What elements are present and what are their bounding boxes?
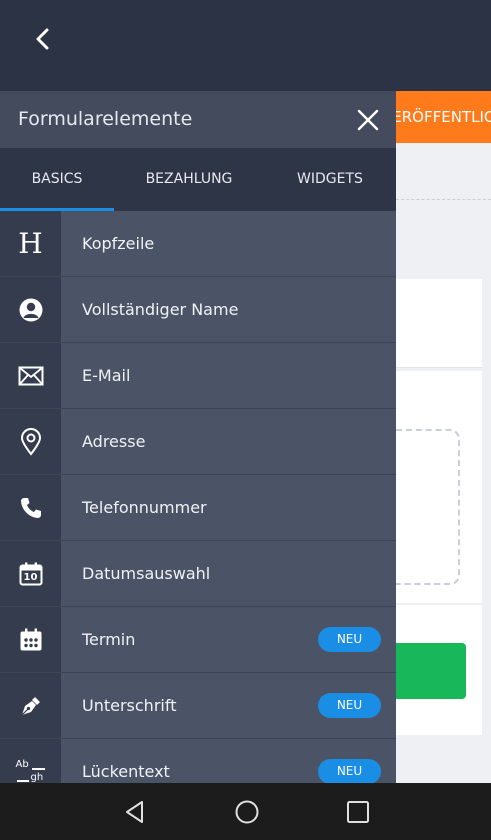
submit-button[interactable] xyxy=(396,643,466,699)
fill-in-blank-icon-bottom: gh xyxy=(30,771,44,783)
icon-cell xyxy=(0,409,61,474)
list-item-label: Datumsauswahl xyxy=(82,564,211,583)
square-recents-icon[interactable] xyxy=(345,799,371,825)
list-item-vollstaendiger-name[interactable]: Vollständiger Name xyxy=(0,277,396,343)
icon-cell: Ab gh xyxy=(0,739,61,783)
publish-button[interactable]: VERÖFFENTLICHEN xyxy=(396,91,491,143)
category-tabs: BASICS BEZAHLUNG WIDGETS xyxy=(0,148,396,211)
new-badge: NEU xyxy=(318,627,381,652)
icon-cell xyxy=(0,277,61,342)
phone-icon xyxy=(20,497,41,518)
icon-cell xyxy=(0,607,61,672)
appointment-icon xyxy=(20,628,41,650)
drop-zone[interactable] xyxy=(396,429,460,585)
list-item-lueckentext[interactable]: Ab gh Lückentext NEU xyxy=(0,739,396,783)
chevron-left-icon[interactable] xyxy=(26,22,60,56)
system-navigation-bar xyxy=(0,783,491,840)
list-item-telefonnummer[interactable]: Telefonnummer xyxy=(0,475,396,541)
list-item-label: Termin xyxy=(82,630,136,649)
list-item-label: E-Mail xyxy=(82,366,131,385)
icon-cell: 10 xyxy=(0,541,61,606)
new-badge: NEU xyxy=(318,693,381,718)
circle-home-icon[interactable] xyxy=(234,799,260,825)
calendar-icon-day: 10 xyxy=(23,571,38,583)
triangle-back-icon[interactable] xyxy=(122,799,148,825)
tab-widgets[interactable]: WIDGETS xyxy=(264,148,396,211)
publish-label: VERÖFFENTLICHEN xyxy=(396,108,491,126)
drawer-header: Formularelemente xyxy=(0,91,396,148)
form-element-list: H Kopfzeile Vollständiger Name E-Mail Ad… xyxy=(0,211,396,783)
close-icon[interactable] xyxy=(356,108,380,132)
drawer-title: Formularelemente xyxy=(18,108,193,130)
top-app-bar xyxy=(0,0,491,91)
list-item-label: Lückentext xyxy=(82,762,170,781)
list-item-label: Unterschrift xyxy=(82,696,177,715)
pen-icon xyxy=(21,696,40,715)
tab-bezahlung[interactable]: BEZAHLUNG xyxy=(114,148,264,211)
list-item-adresse[interactable]: Adresse xyxy=(0,409,396,475)
user-circle-icon xyxy=(19,298,42,321)
list-item-kopfzeile[interactable]: H Kopfzeile xyxy=(0,211,396,277)
form-field-card[interactable] xyxy=(396,279,482,368)
blank-line xyxy=(16,779,29,782)
list-item-datumsauswahl[interactable]: 10 Datumsauswahl xyxy=(0,541,396,607)
map-pin-icon xyxy=(20,427,41,456)
form-elements-drawer: Formularelemente BASICS BEZAHLUNG WIDGET… xyxy=(0,91,396,783)
fill-in-blank-icon-top: Ab xyxy=(15,758,29,770)
new-badge: NEU xyxy=(318,759,381,783)
heading-icon: H xyxy=(18,226,43,260)
list-item-email[interactable]: E-Mail xyxy=(0,343,396,409)
list-item-label: Telefonnummer xyxy=(82,498,207,517)
list-item-termin[interactable]: Termin NEU xyxy=(0,607,396,673)
fill-in-blank-icon: Ab gh xyxy=(16,759,46,784)
calendar-icon: 10 xyxy=(19,562,43,586)
list-item-label: Vollständiger Name xyxy=(82,300,239,319)
tab-basics[interactable]: BASICS xyxy=(0,148,114,211)
icon-cell xyxy=(0,475,61,540)
divider xyxy=(396,199,491,200)
icon-cell: H xyxy=(0,211,61,276)
envelope-icon xyxy=(18,366,43,385)
list-item-unterschrift[interactable]: Unterschrift NEU xyxy=(0,673,396,739)
list-item-label: Kopfzeile xyxy=(82,234,155,253)
icon-cell xyxy=(0,343,61,408)
blank-line xyxy=(31,767,45,770)
icon-cell xyxy=(0,673,61,738)
list-item-label: Adresse xyxy=(82,432,146,451)
